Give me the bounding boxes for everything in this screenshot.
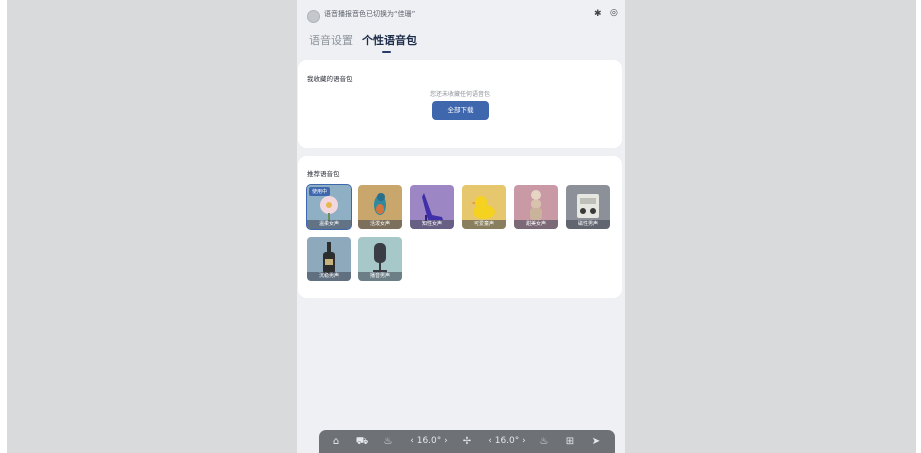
voice-pack-label: 知性女声 xyxy=(410,220,454,229)
voice-pack-label: 活泼女声 xyxy=(358,220,402,229)
voice-pack-label: 沉稳男声 xyxy=(307,272,351,281)
voice-pack-label: 可爱童声 xyxy=(462,220,506,229)
voice-pack-tile[interactable]: 可爱童声 xyxy=(462,185,506,229)
grid-icon[interactable]: ⊞ xyxy=(561,430,579,453)
my-voice-packs-title: 我收藏的语音包 xyxy=(307,75,353,83)
left-temperature[interactable]: ‹ 16.0° › xyxy=(405,430,453,453)
voice-pack-label: 甜美女声 xyxy=(514,220,558,229)
settings-window: 语音播报音色已切换为“佳珊” ✱ ◎ 语音设置 个性语音包 我收藏的语音包 您还… xyxy=(297,0,625,453)
voice-pack-tile[interactable]: 磁性男声 xyxy=(566,185,610,229)
seat-heat-right-icon[interactable]: ♨ xyxy=(535,430,553,453)
avatar[interactable] xyxy=(307,10,320,23)
voice-pack-label: 磁性男声 xyxy=(566,220,610,229)
car-icon[interactable]: ⛟ xyxy=(353,430,371,453)
right-temperature[interactable]: ‹ 16.0° › xyxy=(483,430,531,453)
navigation-icon[interactable]: ➤ xyxy=(587,430,605,453)
status-message: 语音播报音色已切换为“佳珊” xyxy=(324,10,416,18)
download-all-button[interactable]: 全部下载 xyxy=(432,101,489,120)
climate-bar: ⌂ ⛟ ♨ ‹ 16.0° › ✢ ‹ 16.0° › ♨ ⊞ ➤ xyxy=(319,430,615,453)
screen: 语音播报音色已切换为“佳珊” ✱ ◎ 语音设置 个性语音包 我收藏的语音包 您还… xyxy=(0,0,921,453)
my-voice-packs-card: 我收藏的语音包 您还未收藏任何语音包 全部下载 xyxy=(298,60,622,148)
voice-pack-label: 播音男声 xyxy=(358,272,402,281)
recommended-voice-packs-card: 推荐语音包 使用中 温柔女声 活泼女声 知性女声 可爱童声 甜美女声 磁性男声 … xyxy=(298,156,622,298)
tab-personal-voice-pack[interactable]: 个性语音包 xyxy=(362,32,417,48)
voice-pack-tile[interactable]: 沉稳男声 xyxy=(307,237,351,281)
bluetooth-icon: ✱ xyxy=(594,9,602,19)
voice-pack-tile[interactable]: 知性女声 xyxy=(410,185,454,229)
status-bar: 语音播报音色已切换为“佳珊” ✱ ◎ xyxy=(297,5,625,25)
in-use-badge: 使用中 xyxy=(309,187,331,196)
empty-state-text: 您还未收藏任何语音包 xyxy=(429,91,490,98)
voice-pack-tile[interactable]: 使用中 温柔女声 xyxy=(306,184,352,230)
fan-icon[interactable]: ✢ xyxy=(457,430,477,453)
voice-pack-tile[interactable]: 活泼女声 xyxy=(358,185,402,229)
voice-pack-tile[interactable]: 播音男声 xyxy=(358,237,402,281)
active-tab-indicator xyxy=(382,51,391,53)
tab-voice-settings[interactable]: 语音设置 xyxy=(309,32,353,48)
seat-heat-left-icon[interactable]: ♨ xyxy=(379,430,397,453)
home-icon[interactable]: ⌂ xyxy=(327,430,345,453)
voice-pack-label: 温柔女声 xyxy=(307,220,351,229)
voice-pack-tile[interactable]: 甜美女声 xyxy=(514,185,558,229)
eye-icon: ◎ xyxy=(610,8,618,18)
recommended-title: 推荐语音包 xyxy=(307,170,340,178)
